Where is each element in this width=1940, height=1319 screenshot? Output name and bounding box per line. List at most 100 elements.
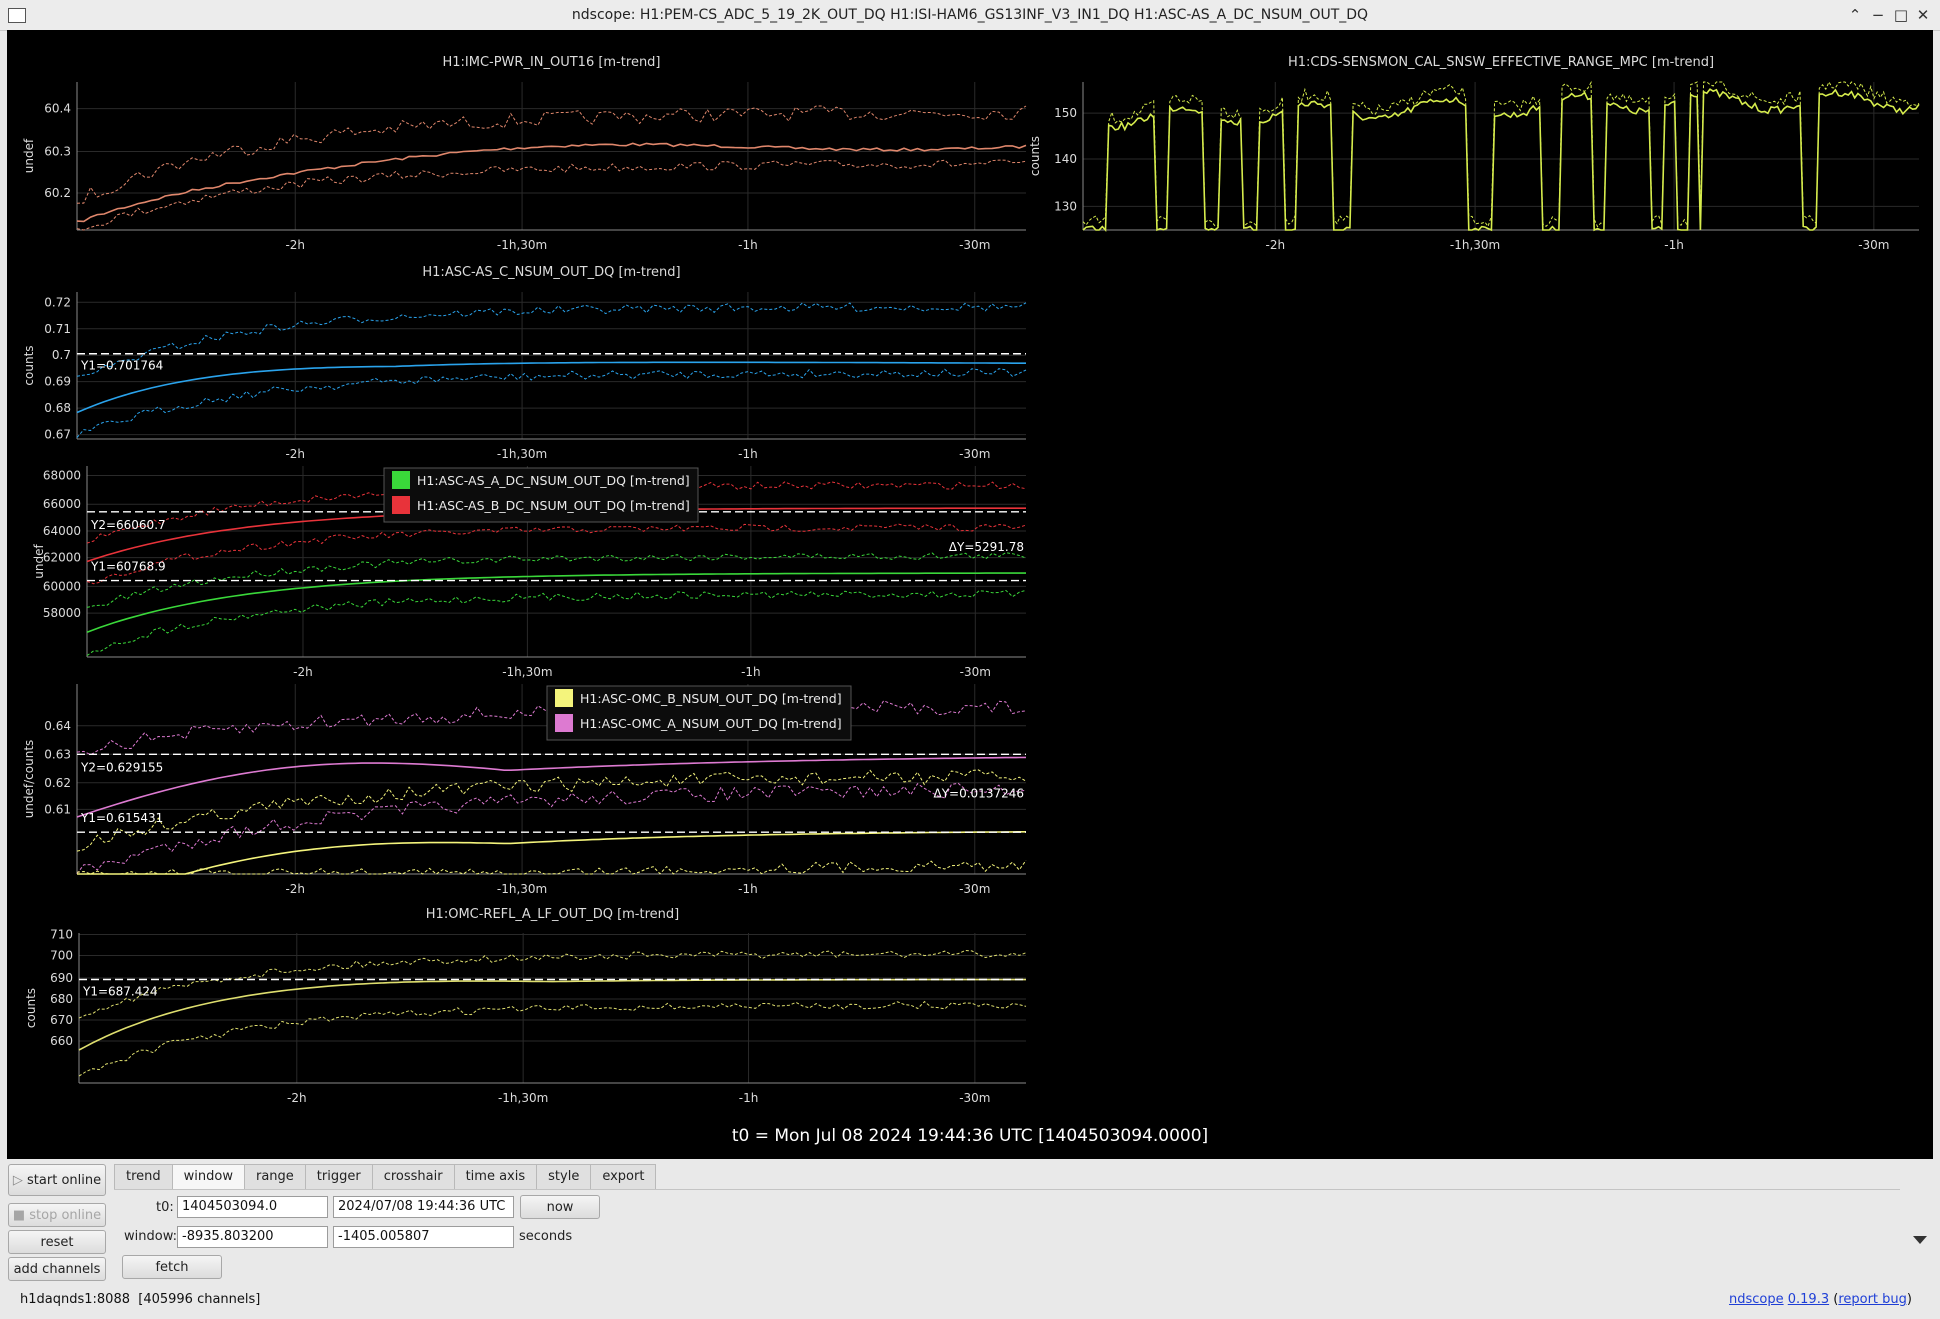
asc-a-legend-label: H1:ASC-AS_A_DC_NSUM_OUT_DQ [m-trend] bbox=[417, 473, 690, 488]
asc-c-y1-label: Y1=0.701764 bbox=[80, 359, 163, 373]
seconds-label: seconds bbox=[519, 1229, 573, 1244]
cds-ytick-label: 150 bbox=[1054, 106, 1077, 120]
omc-xtick-label: -1h bbox=[738, 882, 758, 896]
tab-export[interactable]: export bbox=[590, 1164, 657, 1190]
asc-ab-y2-label: Y2=66060.7 bbox=[90, 518, 166, 532]
omc-refl-max-trace bbox=[78, 949, 1027, 1019]
asc-a-min-trace bbox=[86, 589, 1027, 657]
tab-range[interactable]: range bbox=[243, 1164, 306, 1190]
asc-b-min-trace bbox=[86, 523, 1027, 585]
omc-y2-label: Y2=0.629155 bbox=[80, 760, 163, 774]
tab-trigger[interactable]: trigger bbox=[304, 1164, 373, 1190]
omc-xtick-label: -2h bbox=[285, 882, 305, 896]
asc-c-max-trace bbox=[76, 302, 1027, 377]
imc-xtick-label: -30m bbox=[959, 238, 990, 252]
plots-canvas[interactable]: H1:IMC-PWR_IN_OUT16 [m-trend] 60.4 60.3 60.… bbox=[7, 30, 1933, 1159]
tab-trend[interactable]: trend bbox=[114, 1164, 173, 1190]
asc_c-ytick-label: 0.71 bbox=[44, 322, 71, 336]
fetch-button[interactable]: fetch bbox=[122, 1255, 222, 1279]
omc-a-legend-label: H1:ASC-OMC_A_NSUM_OUT_DQ [m-trend] bbox=[580, 716, 842, 731]
imc-mean-trace bbox=[76, 142, 1027, 223]
omc-dy-label: ΔY=0.0137246 bbox=[934, 786, 1025, 800]
omc-ytick-label: 0.64 bbox=[44, 719, 71, 733]
tab-style[interactable]: style bbox=[536, 1164, 592, 1190]
asc-a-legend-swatch bbox=[392, 471, 410, 489]
t0-field-label: t0: bbox=[156, 1200, 174, 1215]
omc-refl-y1-label: Y1=687.424 bbox=[82, 985, 158, 999]
version-link[interactable]: 0.19.3 bbox=[1788, 1292, 1829, 1307]
omc-refl-mean-trace bbox=[78, 978, 1026, 1051]
asc_c-ytick-label: 0.67 bbox=[44, 428, 71, 442]
asc_ab-xtick-label: -1h bbox=[741, 665, 761, 679]
stop-online-button[interactable]: ■ stop online bbox=[8, 1203, 106, 1227]
stop-online-label: stop online bbox=[29, 1208, 102, 1223]
maximize-button[interactable]: □ bbox=[1891, 5, 1911, 25]
plot-area[interactable]: H1:IMC-PWR_IN_OUT16 [m-trend] 60.4 60.3 60.… bbox=[7, 30, 1933, 1159]
add-channels-button[interactable]: add channels bbox=[8, 1257, 106, 1281]
asc_ab-ytick-label: 62000 bbox=[43, 551, 81, 565]
omc-b-min-trace bbox=[76, 860, 1027, 875]
t0-gps-input[interactable]: 1404503094.0 bbox=[177, 1196, 328, 1218]
cds-max-trace bbox=[1082, 80, 1920, 228]
t0-utc-input[interactable]: 2024/07/08 19:44:36 UTC bbox=[333, 1196, 514, 1218]
omc-a-min-trace bbox=[76, 782, 1027, 875]
omc_refl-xtick-label: -1h,30m bbox=[498, 1091, 548, 1105]
shade-button[interactable]: ⌃ bbox=[1845, 5, 1865, 25]
window-end-input[interactable]: -1405.005807 bbox=[333, 1226, 514, 1248]
omc-a-legend-swatch bbox=[555, 714, 573, 732]
omc-ylabel: undef/counts bbox=[22, 740, 36, 819]
asc_ab-ytick-label: 58000 bbox=[43, 606, 81, 620]
tab-window[interactable]: window bbox=[171, 1164, 245, 1190]
asc_c-xtick-label: -1h bbox=[738, 447, 758, 461]
minimize-button[interactable]: − bbox=[1868, 5, 1888, 25]
asc_c-ytick-label: 0.7 bbox=[52, 348, 71, 362]
cds-ylabel: counts bbox=[1028, 136, 1042, 176]
omc_refl-ylabel: counts bbox=[24, 988, 38, 1028]
cds-title: H1:CDS-SENSMON_CAL_SNSW_EFFECTIVE_RANGE_… bbox=[1288, 55, 1714, 70]
omc_refl-ytick-label: 710 bbox=[50, 928, 73, 942]
cds-xtick-label: -2h bbox=[1265, 238, 1285, 252]
imc-xtick-label: -1h bbox=[738, 238, 758, 252]
now-button[interactable]: now bbox=[520, 1195, 600, 1219]
asc-b-legend-swatch bbox=[392, 496, 410, 514]
omc-b-legend-swatch bbox=[555, 689, 573, 707]
start-online-label: start online bbox=[27, 1173, 102, 1188]
asc-c-min-trace bbox=[76, 368, 1027, 438]
asc_ab-xtick-label: -1h,30m bbox=[502, 665, 552, 679]
ndscope-link[interactable]: ndscope bbox=[1729, 1292, 1784, 1307]
asc_c-xtick-label: -1h,30m bbox=[497, 447, 547, 461]
window-start-input[interactable]: -8935.803200 bbox=[177, 1226, 328, 1248]
asc_c-ytick-label: 0.69 bbox=[44, 375, 71, 389]
asc-c-mean-trace bbox=[76, 361, 1026, 414]
omc_refl-title: H1:OMC-REFL_A_LF_OUT_DQ [m-trend] bbox=[426, 907, 679, 922]
cds-xtick-label: -1h bbox=[1664, 238, 1684, 252]
close-button[interactable]: ✕ bbox=[1913, 5, 1933, 25]
asc_c-ytick-label: 0.72 bbox=[44, 295, 71, 309]
asc-b-legend-label: H1:ASC-AS_B_DC_NSUM_OUT_DQ [m-trend] bbox=[417, 498, 690, 513]
cds-xtick-label: -1h,30m bbox=[1450, 238, 1500, 252]
cds-mean-trace bbox=[1082, 88, 1920, 232]
omc-b-legend-label: H1:ASC-OMC_B_NSUM_OUT_DQ [m-trend] bbox=[580, 691, 842, 706]
asc_c-xtick-label: -2h bbox=[285, 447, 305, 461]
asc_c-title: H1:ASC-AS_C_NSUM_OUT_DQ [m-trend] bbox=[422, 265, 680, 280]
asc_ab-ylabel: undef bbox=[32, 544, 46, 579]
paren-close: ) bbox=[1906, 1292, 1912, 1307]
cds-ytick-label: 130 bbox=[1054, 199, 1077, 213]
start-online-button[interactable]: ▷ start online bbox=[8, 1164, 106, 1196]
reset-button[interactable]: reset bbox=[8, 1230, 106, 1254]
asc_c-xtick-label: -30m bbox=[959, 447, 990, 461]
channel-count: [405996 channels] bbox=[138, 1292, 261, 1307]
imc-title: H1:IMC-PWR_IN_OUT16 [m-trend] bbox=[442, 55, 660, 70]
report-bug-link[interactable]: report bug bbox=[1838, 1292, 1907, 1307]
omc_refl-ytick-label: 660 bbox=[50, 1034, 73, 1048]
imc-xtick-label: -1h,30m bbox=[497, 238, 547, 252]
imc-min-trace bbox=[76, 159, 1027, 231]
tab-crosshair[interactable]: crosshair bbox=[371, 1164, 455, 1190]
asc_ab-ytick-label: 66000 bbox=[43, 497, 81, 511]
imc-max-trace bbox=[76, 105, 1027, 204]
omc-ytick-label: 0.61 bbox=[44, 802, 71, 816]
version-info: ndscope 0.19.3 (report bug) bbox=[1729, 1292, 1912, 1307]
expand-arrow-icon[interactable] bbox=[1913, 1236, 1927, 1244]
tab-time-axis[interactable]: time axis bbox=[453, 1164, 538, 1190]
imc-ytick-label: 60.2 bbox=[44, 186, 71, 200]
